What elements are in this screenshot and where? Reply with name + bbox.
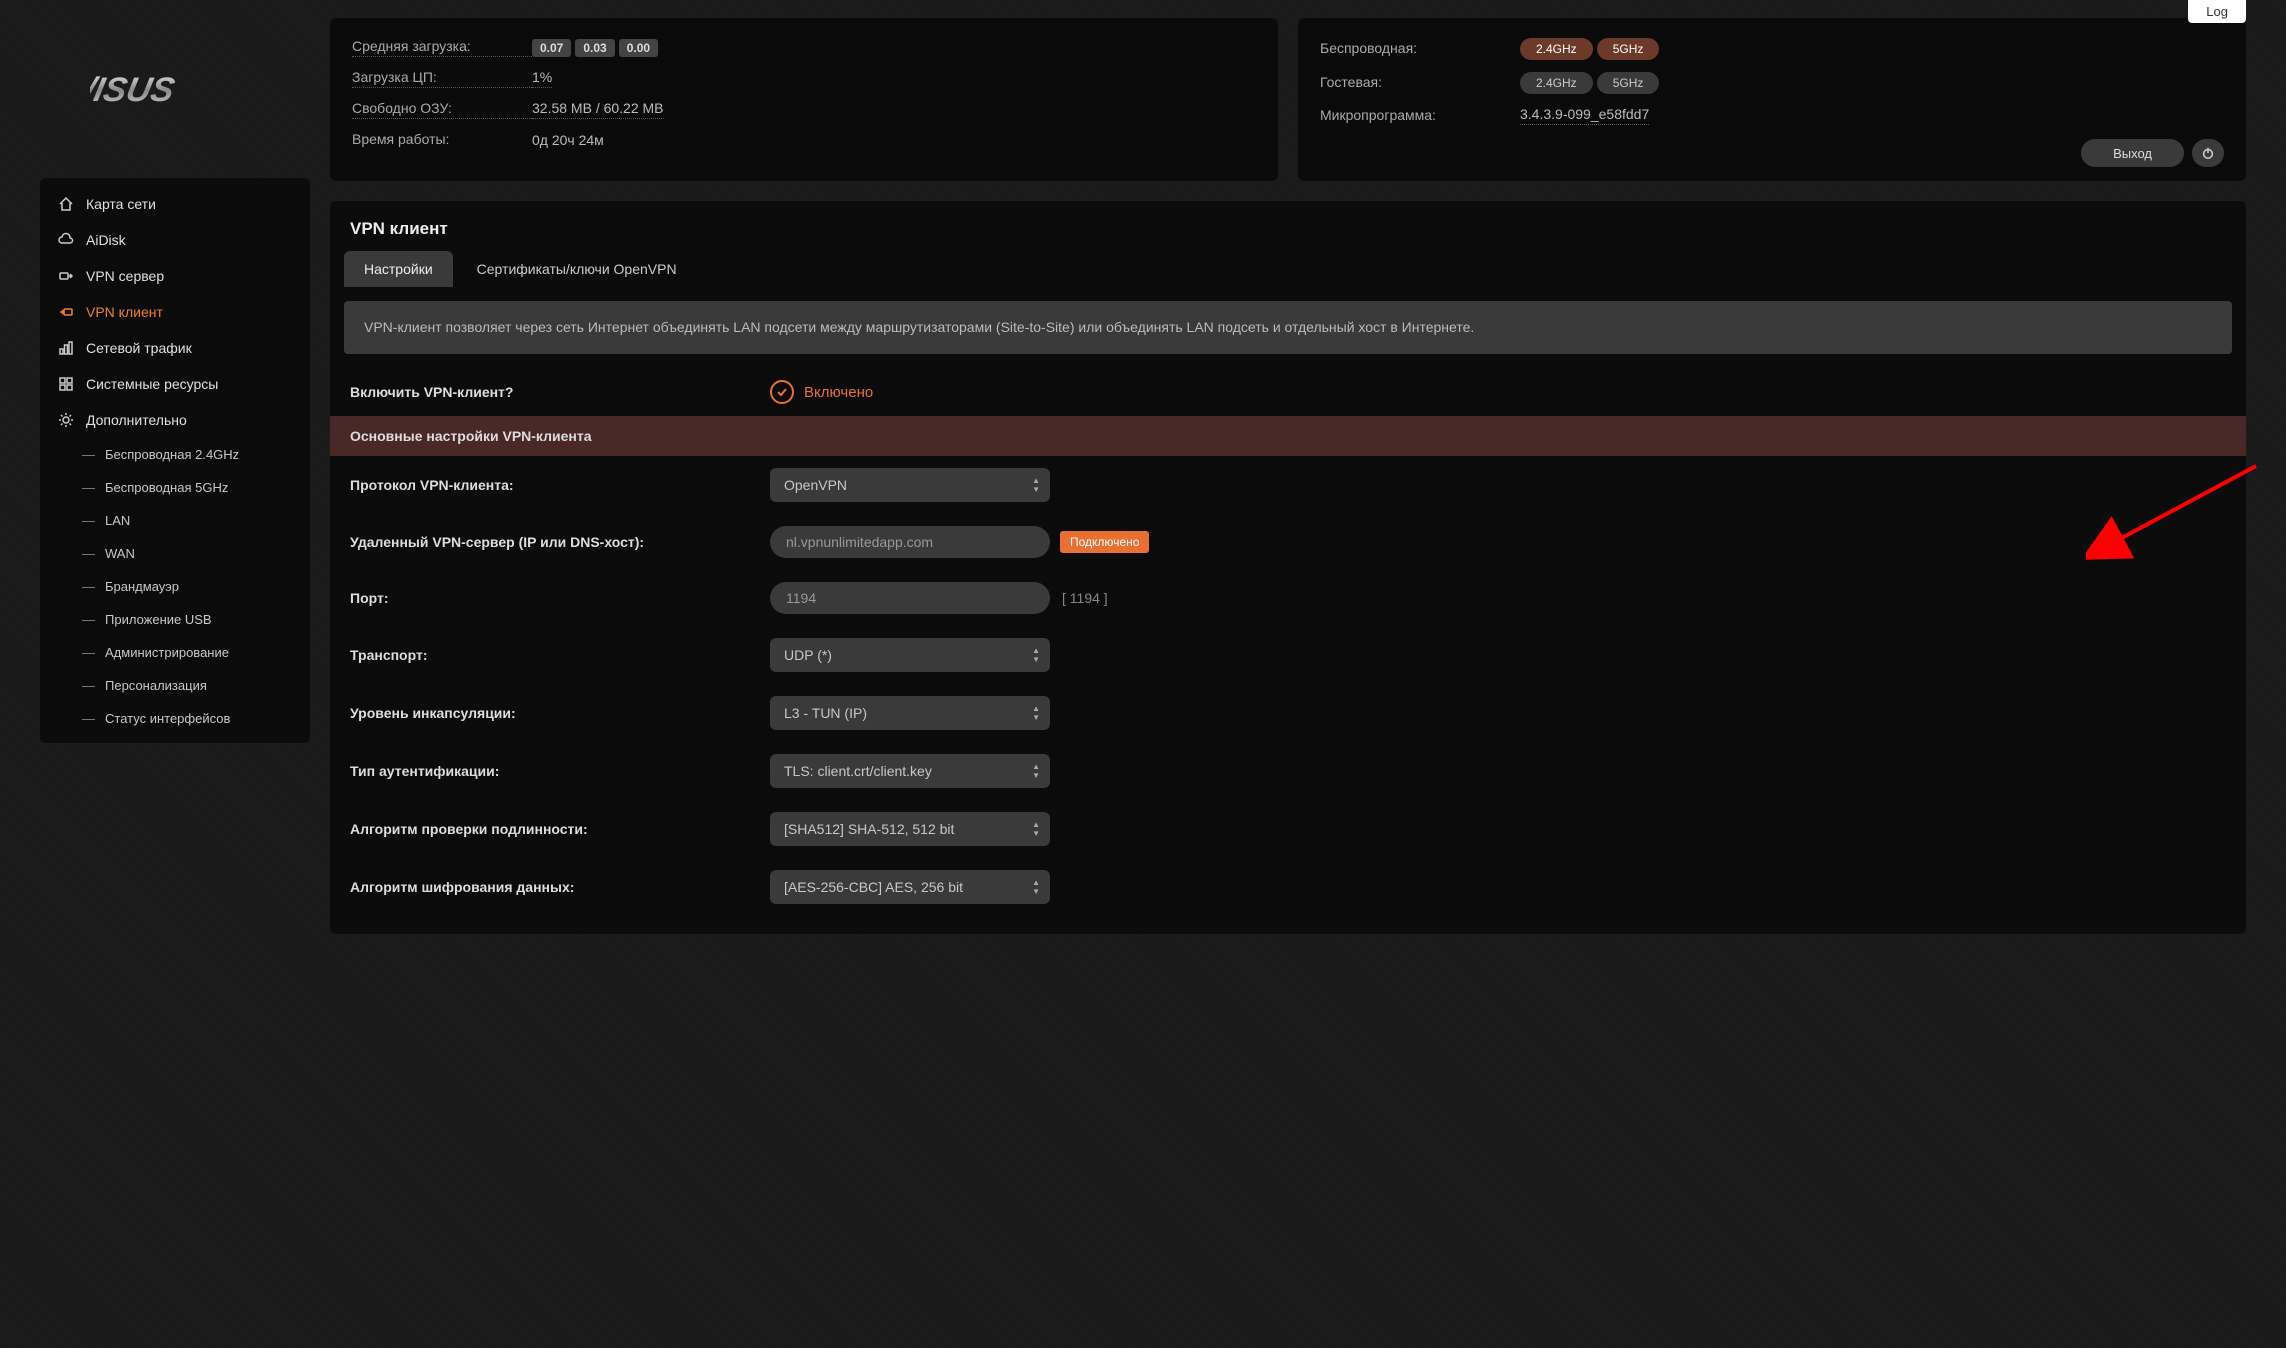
sidebar-label: Сетевой трафик (86, 340, 192, 356)
sidebar-item-traffic[interactable]: Сетевой трафик (40, 330, 310, 366)
transport-select[interactable]: UDP (*) ▲▼ (770, 638, 1050, 672)
enabled-indicator[interactable]: Включено (770, 380, 873, 404)
cpu-load-value: 1% (532, 69, 552, 88)
tab-settings[interactable]: Настройки (344, 251, 453, 287)
section-header: Основные настройки VPN-клиента (330, 416, 2246, 456)
guest-label: Гостевая: (1320, 74, 1520, 92)
encap-label: Уровень инкапсуляции: (350, 705, 770, 721)
sidebar-item-vpn-server[interactable]: VPN сервер (40, 258, 310, 294)
sidebar-sub-firewall[interactable]: —Брандмауэр (40, 570, 310, 603)
updown-icon: ▲▼ (1032, 704, 1040, 722)
sidebar-item-vpn-client[interactable]: VPN клиент (40, 294, 310, 330)
enable-vpn-label: Включить VPN-клиент? (350, 384, 770, 400)
sidebar-sub-usb-app[interactable]: —Приложение USB (40, 603, 310, 636)
auth-type-label: Тип аутентификации: (350, 763, 770, 779)
port-hint: [ 1194 ] (1062, 590, 1108, 606)
guest-24ghz-pill[interactable]: 2.4GHz (1520, 72, 1593, 94)
free-ram-label: Свободно ОЗУ: (352, 100, 532, 119)
gear-icon (58, 412, 74, 428)
server-label: Удаленный VPN-сервер (IP или DNS-хост): (350, 534, 770, 550)
sidebar-sub-admin[interactable]: —Администрирование (40, 636, 310, 669)
sidebar-item-sysres[interactable]: Системные ресурсы (40, 366, 310, 402)
updown-icon: ▲▼ (1032, 820, 1040, 838)
updown-icon: ▲▼ (1032, 646, 1040, 664)
grid-icon (58, 376, 74, 392)
cipher-select[interactable]: [AES-256-CBC] AES, 256 bit ▲▼ (770, 870, 1050, 904)
sidebar-sub-personal[interactable]: —Персонализация (40, 669, 310, 702)
sidebar-sub-wan[interactable]: —WAN (40, 537, 310, 570)
firmware-label: Микропрограмма: (1320, 107, 1520, 125)
sidebar-label: AiDisk (86, 232, 126, 248)
server-input[interactable] (770, 526, 1050, 558)
cpu-load-label: Загрузка ЦП: (352, 69, 532, 88)
guest-5ghz-pill[interactable]: 5GHz (1597, 72, 1660, 94)
sidebar-sub-wireless-5[interactable]: —Беспроводная 5GHz (40, 471, 310, 504)
updown-icon: ▲▼ (1032, 878, 1040, 896)
main-panel: VPN клиент Настройки Сертификаты/ключи O… (330, 201, 2246, 934)
sidebar-sub-iface-status[interactable]: —Статус интерфейсов (40, 702, 310, 735)
protocol-label: Протокол VPN-клиента: (350, 477, 770, 493)
protocol-select[interactable]: OpenVPN ▲▼ (770, 468, 1050, 502)
wireless-5ghz-pill[interactable]: 5GHz (1597, 38, 1660, 60)
uptime-value: 0д 20ч 24м (532, 132, 604, 148)
sidebar-item-aidisk[interactable]: AiDisk (40, 222, 310, 258)
sidebar-sub-wireless-24[interactable]: —Беспроводная 2.4GHz (40, 438, 310, 471)
svg-text:/ISUS: /ISUS (90, 71, 178, 109)
firmware-value[interactable]: 3.4.3.9-099_e58fdd7 (1520, 106, 1649, 125)
logout-button[interactable]: Выход (2081, 139, 2184, 167)
wireless-label: Беспроводная: (1320, 40, 1520, 58)
free-ram-value: 32.58 MB / 60.22 MB (532, 100, 664, 119)
avg-load-values: 0.07 0.03 0.00 (532, 39, 658, 57)
log-tab[interactable]: Log (2188, 0, 2246, 23)
encap-select[interactable]: L3 - TUN (IP) ▲▼ (770, 696, 1050, 730)
wireless-24ghz-pill[interactable]: 2.4GHz (1520, 38, 1593, 60)
port-input[interactable] (770, 582, 1050, 614)
sidebar-item-advanced[interactable]: Дополнительно (40, 402, 310, 438)
updown-icon: ▲▼ (1032, 762, 1040, 780)
avg-load-label: Средняя загрузка: (352, 38, 532, 57)
sidebar-sub-lan[interactable]: —LAN (40, 504, 310, 537)
sidebar-label: Системные ресурсы (86, 376, 218, 392)
info-box: VPN-клиент позволяет через сеть Интернет… (344, 301, 2232, 354)
system-stats-box: Средняя загрузка: 0.07 0.03 0.00 Загрузк… (330, 18, 1278, 181)
sidebar-label: Карта сети (86, 196, 156, 212)
server-in-icon (58, 304, 74, 320)
sidebar: Карта сети AiDisk VPN сервер VPN клиент … (40, 178, 310, 743)
page-title: VPN клиент (330, 219, 2246, 251)
connected-badge: Подключено (1060, 531, 1149, 553)
sidebar-label: VPN сервер (86, 268, 164, 284)
check-circle-icon (770, 380, 794, 404)
cipher-label: Алгоритм шифрования данных: (350, 879, 770, 895)
power-button[interactable] (2192, 139, 2224, 167)
auth-type-select[interactable]: TLS: client.crt/client.key ▲▼ (770, 754, 1050, 788)
auth-algo-label: Алгоритм проверки подлинности: (350, 821, 770, 837)
network-stats-box: Беспроводная: 2.4GHz 5GHz Гостевая: 2.4G… (1298, 18, 2246, 181)
sidebar-label: VPN клиент (86, 304, 163, 320)
home-icon (58, 196, 74, 212)
port-label: Порт: (350, 590, 770, 606)
updown-icon: ▲▼ (1032, 476, 1040, 494)
server-out-icon (58, 268, 74, 284)
chart-icon (58, 340, 74, 356)
tab-certs[interactable]: Сертификаты/ключи OpenVPN (457, 251, 697, 287)
transport-label: Транспорт: (350, 647, 770, 663)
auth-algo-select[interactable]: [SHA512] SHA-512, 512 bit ▲▼ (770, 812, 1050, 846)
sidebar-item-network-map[interactable]: Карта сети (40, 186, 310, 222)
power-icon (2201, 146, 2215, 160)
cloud-icon (58, 232, 74, 248)
uptime-label: Время работы: (352, 131, 532, 149)
sidebar-label: Дополнительно (86, 412, 187, 428)
asus-logo: /ISUS (40, 18, 310, 158)
